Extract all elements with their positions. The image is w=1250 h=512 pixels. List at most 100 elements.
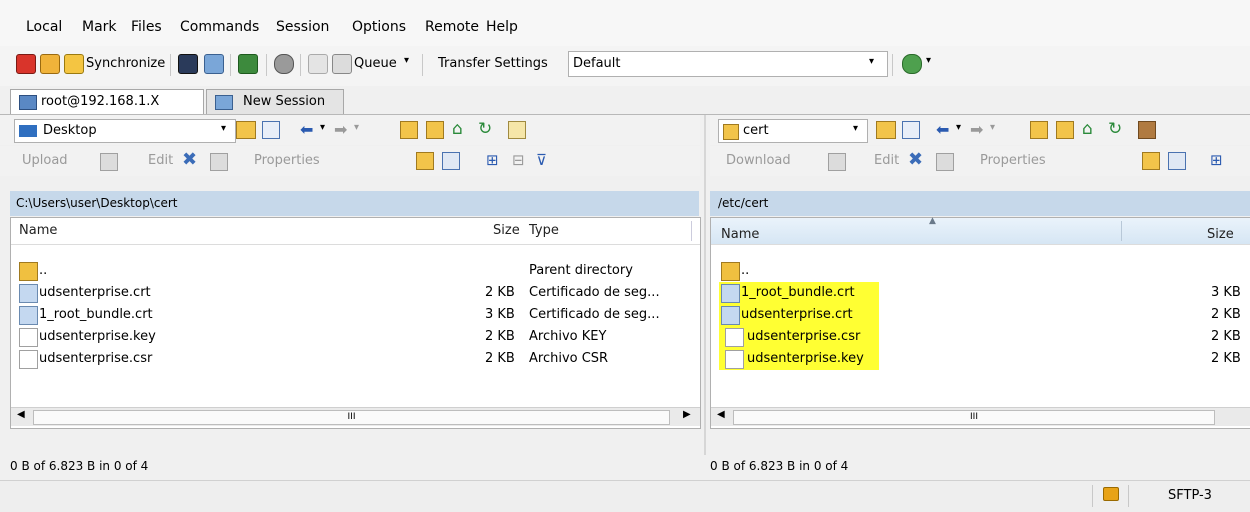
chevron-down-icon[interactable]: ▾ bbox=[990, 122, 995, 133]
left-path-bar: C:\Users\user\Desktop\cert bbox=[10, 191, 699, 216]
menu-remote[interactable]: Remote bbox=[425, 19, 479, 35]
filter-icon[interactable] bbox=[262, 121, 280, 139]
right-scroll-thumb[interactable]: III bbox=[733, 410, 1215, 425]
open-folder-icon[interactable] bbox=[236, 121, 256, 139]
list-item[interactable]: .. Parent directory bbox=[11, 260, 700, 282]
right-horizontal-scrollbar[interactable]: ◀ III bbox=[711, 407, 1250, 426]
menu-commands[interactable]: Commands bbox=[180, 19, 259, 35]
scroll-left-icon[interactable]: ◀ bbox=[17, 409, 25, 420]
panel-splitter[interactable] bbox=[704, 115, 706, 455]
root-directory-icon[interactable] bbox=[426, 121, 444, 139]
new-file-icon[interactable] bbox=[1168, 152, 1186, 170]
queue-list-icon[interactable] bbox=[308, 54, 328, 74]
select-all-icon[interactable]: ⊞ bbox=[1210, 151, 1223, 169]
parent-directory-icon[interactable] bbox=[400, 121, 418, 139]
transfer-settings-select[interactable]: Default ▾ bbox=[568, 51, 888, 77]
back-arrow-icon[interactable]: ⬅ bbox=[300, 120, 313, 139]
unselect-all-icon[interactable]: ⊟ bbox=[512, 151, 525, 169]
find-icon[interactable] bbox=[1138, 121, 1156, 139]
right-location-select[interactable]: cert ▾ bbox=[718, 119, 868, 143]
left-location-select[interactable]: Desktop ▾ bbox=[14, 119, 236, 143]
filter-icon[interactable] bbox=[902, 121, 920, 139]
chevron-down-icon[interactable]: ▾ bbox=[221, 123, 226, 134]
chevron-down-icon[interactable]: ▾ bbox=[869, 56, 874, 67]
scroll-right-icon[interactable]: ▶ bbox=[683, 409, 691, 420]
filter-select-icon[interactable]: ⊽ bbox=[536, 151, 547, 169]
delete-icon[interactable]: ✖ bbox=[908, 149, 923, 170]
tree-icon[interactable] bbox=[508, 121, 526, 139]
menu-help[interactable]: Help bbox=[486, 19, 518, 35]
left-horizontal-scrollbar[interactable]: ◀ III ▶ bbox=[11, 407, 700, 426]
chevron-down-icon[interactable]: ▾ bbox=[956, 122, 961, 133]
console-icon[interactable] bbox=[178, 54, 198, 74]
chevron-down-icon[interactable]: ▾ bbox=[320, 122, 325, 133]
new-folder-icon[interactable] bbox=[1142, 152, 1160, 170]
root-directory-icon[interactable] bbox=[1056, 121, 1074, 139]
find-files-icon[interactable] bbox=[238, 54, 258, 74]
back-arrow-icon[interactable]: ⬅ bbox=[936, 120, 949, 139]
column-size[interactable]: Size bbox=[493, 218, 520, 244]
menu-files[interactable]: Files bbox=[131, 19, 162, 35]
synchronize-button[interactable]: Synchronize bbox=[86, 56, 165, 71]
list-item[interactable]: .. bbox=[711, 260, 1250, 282]
protocol-label: SFTP-3 bbox=[1168, 488, 1212, 503]
column-type[interactable]: Type bbox=[529, 218, 559, 244]
chevron-down-icon[interactable]: ▾ bbox=[404, 55, 409, 66]
chevron-down-icon[interactable]: ▾ bbox=[926, 55, 931, 66]
parent-directory-icon[interactable] bbox=[1030, 121, 1048, 139]
list-item[interactable]: udsenterprise.crt 2 KB bbox=[711, 304, 1250, 326]
list-item[interactable]: udsenterprise.crt 2 KB Certificado de se… bbox=[11, 282, 700, 304]
tab-session[interactable]: root@192.168.1.X bbox=[10, 89, 204, 114]
file-name: udsenterprise.key bbox=[39, 329, 156, 344]
refresh-icon[interactable]: ↻ bbox=[1108, 119, 1122, 139]
new-folder-icon[interactable] bbox=[416, 152, 434, 170]
globe-icon[interactable] bbox=[902, 54, 922, 74]
edit-button[interactable]: Edit bbox=[148, 153, 173, 168]
list-item[interactable]: udsenterprise.key 2 KB Archivo KEY bbox=[11, 326, 700, 348]
home-icon[interactable]: ⌂ bbox=[452, 119, 463, 139]
column-name[interactable]: Name bbox=[19, 218, 57, 244]
rename-icon[interactable] bbox=[936, 153, 954, 171]
left-file-list[interactable]: Name Size Type .. Parent directory udsen… bbox=[10, 217, 701, 429]
left-scroll-thumb[interactable]: III bbox=[33, 410, 670, 425]
menu-session[interactable]: Session bbox=[276, 19, 329, 35]
list-item[interactable]: udsenterprise.csr 2 KB Archivo CSR bbox=[11, 348, 700, 370]
chevron-down-icon[interactable]: ▾ bbox=[354, 122, 359, 133]
home-icon[interactable]: ⌂ bbox=[1082, 119, 1093, 139]
edit-button[interactable]: Edit bbox=[874, 153, 899, 168]
queue-button[interactable]: Queue bbox=[354, 56, 397, 71]
properties-button[interactable]: Properties bbox=[254, 153, 320, 168]
preferences-gear-icon[interactable] bbox=[274, 54, 294, 74]
chevron-down-icon[interactable]: ▾ bbox=[853, 123, 858, 134]
menu-options[interactable]: Options bbox=[352, 19, 406, 35]
upload-button[interactable]: Upload bbox=[22, 153, 68, 168]
download-button[interactable]: Download bbox=[726, 153, 791, 168]
new-file-icon[interactable] bbox=[442, 152, 460, 170]
delete-icon[interactable]: ✖ bbox=[182, 149, 197, 170]
rename-icon[interactable] bbox=[210, 153, 228, 171]
tab-new-session-label: New Session bbox=[243, 94, 326, 109]
menu-local[interactable]: Local bbox=[26, 19, 62, 35]
compare-directories-icon[interactable] bbox=[16, 54, 36, 74]
list-item[interactable]: udsenterprise.csr 2 KB bbox=[711, 326, 1250, 348]
left-path: C:\Users\user\Desktop\cert bbox=[16, 196, 178, 210]
column-name[interactable]: Name bbox=[721, 222, 759, 248]
putty-icon[interactable] bbox=[204, 54, 224, 74]
forward-arrow-icon[interactable]: ➡ bbox=[334, 120, 347, 139]
right-file-list[interactable]: Name ▲ Size .. 1_root_bundle.crt 3 KB ud… bbox=[710, 216, 1250, 429]
synchronize-icon[interactable] bbox=[64, 54, 84, 74]
open-folder-icon[interactable] bbox=[876, 121, 896, 139]
forward-arrow-icon[interactable]: ➡ bbox=[970, 120, 983, 139]
scroll-left-icon[interactable]: ◀ bbox=[717, 409, 725, 420]
menu-mark[interactable]: Mark bbox=[82, 19, 117, 35]
select-all-icon[interactable]: ⊞ bbox=[486, 151, 499, 169]
keep-up-to-date-icon[interactable] bbox=[40, 54, 60, 74]
list-item[interactable]: 1_root_bundle.crt 3 KB bbox=[711, 282, 1250, 304]
column-size[interactable]: Size bbox=[1207, 222, 1234, 248]
tab-new-session[interactable]: New Session bbox=[206, 89, 344, 114]
list-item[interactable]: udsenterprise.key 2 KB bbox=[711, 348, 1250, 370]
properties-button[interactable]: Properties bbox=[980, 153, 1046, 168]
list-item[interactable]: 1_root_bundle.crt 3 KB Certificado de se… bbox=[11, 304, 700, 326]
refresh-icon[interactable]: ↻ bbox=[478, 119, 492, 139]
blank-file-icon bbox=[725, 328, 744, 347]
